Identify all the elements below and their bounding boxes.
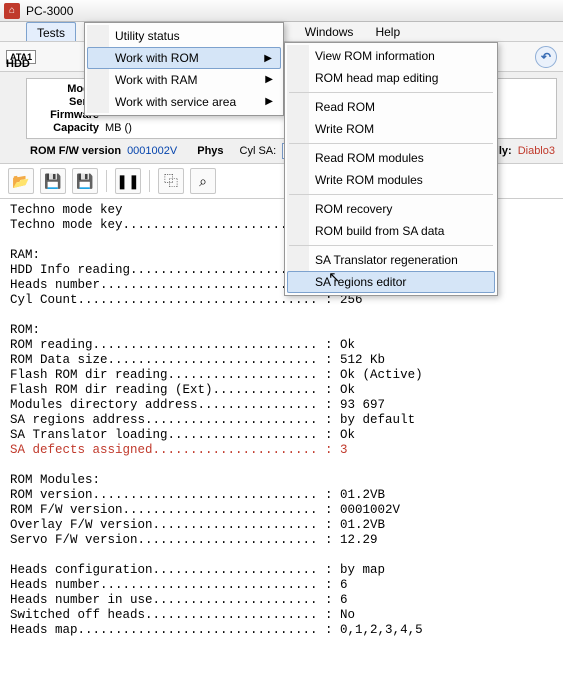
menu-read-rom-modules[interactable]: Read ROM modules (287, 147, 495, 169)
save-icon-2[interactable]: 💾 (72, 168, 98, 194)
menu-rom-recovery[interactable]: ROM recovery (287, 198, 495, 220)
menu-write-rom[interactable]: Write ROM (287, 118, 495, 140)
menu-view-rom-info[interactable]: View ROM information (287, 45, 495, 67)
menu-separator (289, 245, 493, 246)
rom-submenu-popup: View ROM information ROM head map editin… (284, 42, 498, 296)
back-arrow-icon[interactable]: ↶ (535, 46, 557, 68)
app-title: PC-3000 (26, 4, 73, 18)
tests-menu-popup: Utility status Work with ROM▶ Work with … (84, 22, 284, 116)
menu-rom-head-map[interactable]: ROM head map editing (287, 67, 495, 89)
menu-work-with-service-area[interactable]: Work with service area▶ (87, 91, 281, 113)
copy-icon[interactable]: ⿻ (158, 168, 184, 194)
save-icon-1[interactable]: 💾 (40, 168, 66, 194)
menu-utility-status[interactable]: Utility status (87, 25, 281, 47)
titlebar: ⌂ PC-3000 (0, 0, 563, 22)
capacity-label: Capacity (35, 122, 105, 134)
menu-work-with-ram[interactable]: Work with RAM▶ (87, 69, 281, 91)
toolbar-sep (149, 170, 150, 192)
family-value: Diablo3 (518, 145, 555, 157)
menu-rom-build[interactable]: ROM build from SA data (287, 220, 495, 242)
menu-sa-regions-editor[interactable]: SA regions editor (287, 271, 495, 293)
menu-write-rom-modules[interactable]: Write ROM modules (287, 169, 495, 191)
open-file-icon[interactable]: 📂 (8, 168, 34, 194)
menu-work-with-rom[interactable]: Work with ROM▶ (87, 47, 281, 69)
menu-separator (289, 194, 493, 195)
menu-separator (289, 143, 493, 144)
app-icon: ⌂ (4, 3, 20, 19)
menu-windows[interactable]: Windows (295, 22, 364, 41)
find-icon[interactable]: ⌕ (190, 168, 216, 194)
menu-separator (289, 92, 493, 93)
menu-sa-translator[interactable]: SA Translator regeneration (287, 249, 495, 271)
menu-help[interactable]: Help (365, 22, 410, 41)
cyl-sa-label: Cyl SA: (240, 145, 277, 157)
rom-fw-label: ROM F/W version (30, 145, 121, 157)
rom-fw-value: 0001002V (127, 145, 177, 157)
phys-label: Phys (197, 145, 223, 157)
toolbar-sep (106, 170, 107, 192)
submenu-arrow-icon: ▶ (264, 53, 272, 64)
pause-icon[interactable]: ❚❚ (115, 168, 141, 194)
menu-tests[interactable]: Tests (26, 22, 76, 41)
menu-read-rom[interactable]: Read ROM (287, 96, 495, 118)
hdd-label: HDD (6, 58, 30, 70)
submenu-arrow-icon: ▶ (265, 96, 273, 107)
submenu-arrow-icon: ▶ (265, 74, 273, 85)
